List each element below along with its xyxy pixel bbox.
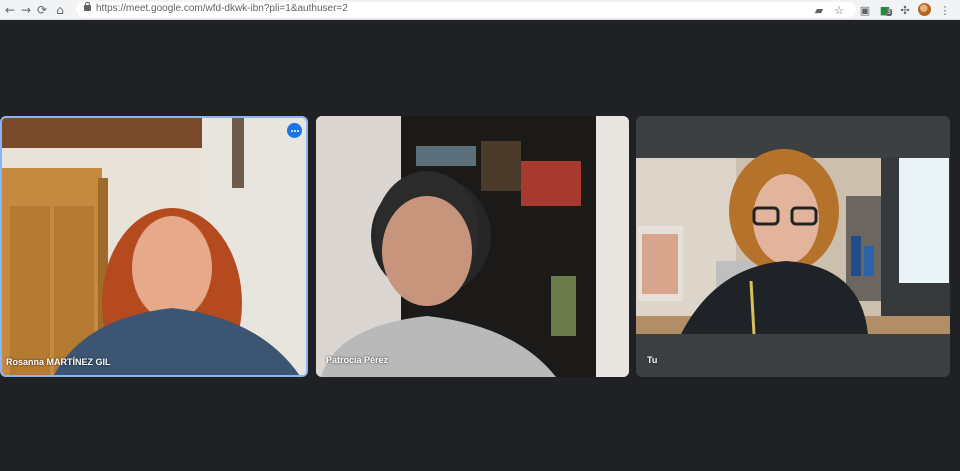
video-feed-self (636, 149, 950, 335)
participant-tile-rosanna[interactable]: Rosanna MARTÍNEZ GIL (0, 116, 308, 377)
back-icon[interactable]: ← (2, 2, 18, 18)
address-bar[interactable]: https://meet.google.com/wfd-dkwk-ibn?pli… (76, 2, 856, 17)
meet-extension-icon[interactable]: ■ 3 (878, 3, 892, 17)
url-text: https://meet.google.com/wfd-dkwk-ibn?pli… (96, 3, 348, 14)
puzzle-icon[interactable]: ✣ (898, 3, 912, 17)
participant-name: Tu (647, 355, 658, 365)
home-icon[interactable]: ⌂ (52, 2, 68, 18)
participant-tile-patrocia[interactable]: Patrocia Pérez (316, 116, 629, 377)
browser-toolbar: ← → ⟳ ⌂ https://meet.google.com/wfd-dkwk… (0, 0, 960, 20)
video-feed-rosanna (2, 118, 306, 375)
participant-tile-self[interactable]: Tu (636, 116, 950, 377)
extension-icon[interactable]: ▣ (858, 3, 872, 17)
video-feed-patrocia (316, 116, 629, 377)
bookmark-star-icon[interactable]: ☆ (832, 3, 846, 17)
participant-name: Rosanna MARTÍNEZ GIL (6, 357, 111, 367)
extension-badge: 3 (886, 9, 892, 16)
profile-avatar[interactable] (918, 3, 931, 16)
camera-icon[interactable]: ▰ (812, 3, 826, 17)
lock-icon (84, 2, 91, 11)
reload-icon[interactable]: ⟳ (34, 2, 50, 18)
more-options-button[interactable] (287, 123, 302, 138)
menu-icon[interactable]: ⋮ (938, 3, 952, 17)
participant-name: Patrocia Pérez (326, 355, 389, 365)
forward-icon[interactable]: → (18, 2, 34, 18)
